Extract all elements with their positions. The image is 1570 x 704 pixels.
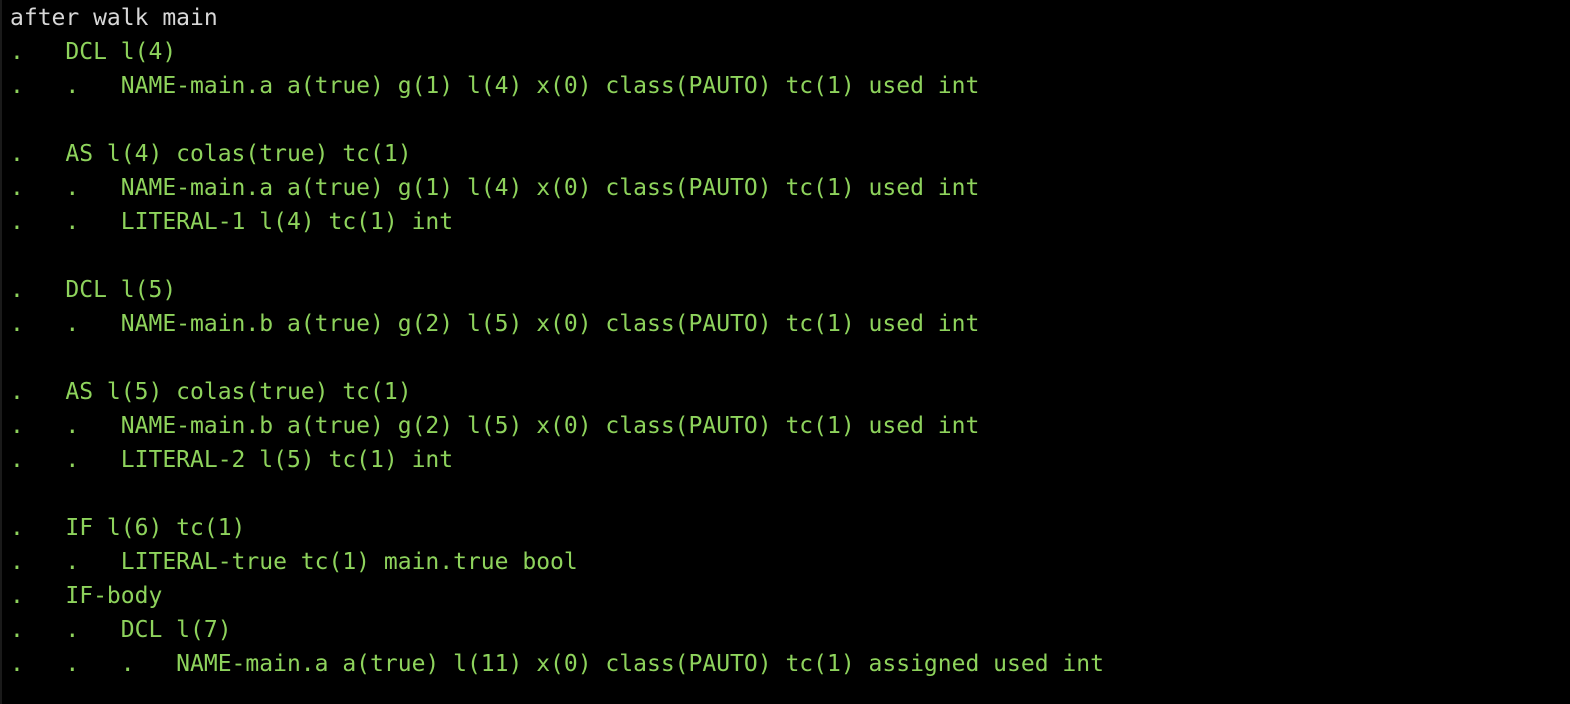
terminal-line-name-main-a-nested: . . . NAME-main.a a(true) l(11) x(0) cla… [10, 651, 1104, 677]
terminal-header-line: after walk main [10, 5, 218, 31]
terminal-line-literal-true: . . LITERAL-true tc(1) main.true bool [10, 549, 578, 575]
terminal-line-name-main-a-assign: . . NAME-main.a a(true) g(1) l(4) x(0) c… [10, 175, 980, 201]
terminal-line-if: . IF l(6) tc(1) [10, 515, 246, 541]
terminal-line-if-body: . IF-body [10, 583, 163, 609]
terminal-left-edge [0, 0, 2, 704]
terminal-line-name-main-a: . . NAME-main.a a(true) g(1) l(4) x(0) c… [10, 73, 980, 99]
terminal-window[interactable]: after walk main . DCL l(4) . . NAME-main… [0, 0, 1570, 704]
terminal-line-literal-2: . . LITERAL-2 l(5) tc(1) int [10, 447, 454, 473]
terminal-line-dcl-b: . DCL l(5) [10, 277, 177, 303]
terminal-line-as-b: . AS l(5) colas(true) tc(1) [10, 379, 412, 405]
terminal-line-name-main-b: . . NAME-main.b a(true) g(2) l(5) x(0) c… [10, 311, 980, 337]
terminal-line-name-main-b-assign: . . NAME-main.b a(true) g(2) l(5) x(0) c… [10, 413, 980, 439]
terminal-line-dcl-nested: . . DCL l(7) [10, 617, 232, 643]
terminal-line-as-a: . AS l(4) colas(true) tc(1) [10, 141, 412, 167]
terminal-line-dcl-a: . DCL l(4) [10, 39, 177, 65]
terminal-line-literal-1: . . LITERAL-1 l(4) tc(1) int [10, 209, 454, 235]
